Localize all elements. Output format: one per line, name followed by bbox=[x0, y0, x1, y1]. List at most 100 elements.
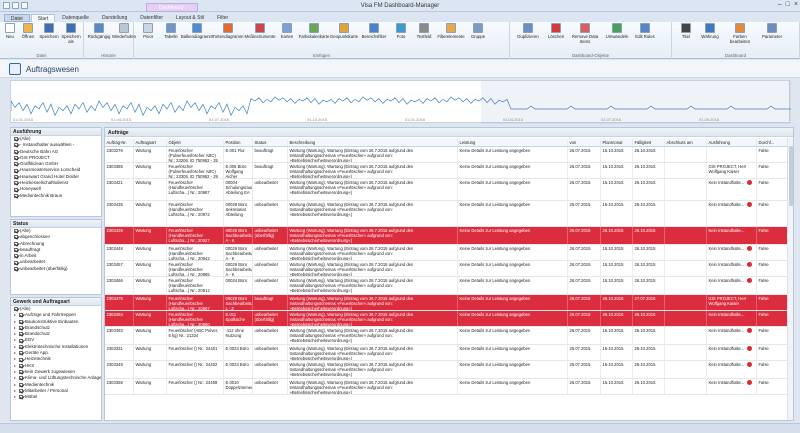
checkbox[interactable] bbox=[19, 351, 23, 356]
currency-button[interactable]: Währung bbox=[698, 23, 722, 50]
filter-button[interactable]: Filterelemente bbox=[436, 23, 466, 50]
column-header[interactable]: Objekt bbox=[167, 138, 224, 146]
checkbox[interactable] bbox=[19, 313, 23, 318]
title-button[interactable]: Titel bbox=[675, 23, 697, 50]
checkbox[interactable] bbox=[19, 370, 23, 375]
table-row[interactable]: 2303421 Wartung Feuerlöscher (Handfeuerlös… bbox=[105, 179, 793, 201]
checkbox[interactable] bbox=[14, 193, 18, 198]
checkbox[interactable] bbox=[14, 241, 18, 246]
checkbox[interactable] bbox=[19, 363, 23, 368]
checkbox[interactable] bbox=[19, 338, 23, 343]
undo-quick-icon[interactable] bbox=[12, 2, 19, 9]
checkbox[interactable] bbox=[14, 143, 18, 148]
tab-3[interactable]: Darstellung bbox=[96, 14, 133, 22]
maximize-icon[interactable]: □ bbox=[786, 1, 790, 8]
checkbox[interactable] bbox=[14, 260, 18, 265]
parameter-button[interactable]: Parameter bbox=[758, 23, 786, 50]
checkbox[interactable] bbox=[14, 168, 18, 173]
table-row[interactable]: 2303475 Wartung Feuerlöscher (Handfeuerlös… bbox=[105, 295, 793, 311]
column-header[interactable]: von bbox=[568, 138, 601, 146]
column-header[interactable]: Leistung bbox=[458, 138, 568, 146]
save-button[interactable]: Speichern bbox=[39, 23, 59, 50]
cards-button[interactable]: Karten bbox=[276, 23, 298, 50]
table-row[interactable]: 2303493 Wartung Feuerlöscher (ABC Pulver, … bbox=[105, 327, 793, 345]
rules-button[interactable]: Edit Rules bbox=[633, 23, 657, 50]
map-button[interactable]: Farbskalenkarte bbox=[299, 23, 329, 50]
date-range-selector[interactable]: 01.01.2015 01.04.2015 01.07.2015 01.10.2015… bbox=[10, 80, 791, 124]
convert-button[interactable]: Umwandeln bbox=[602, 23, 632, 50]
table-row[interactable]: 2303439 Wartung Feuerlöscher (Handfeuerlös… bbox=[105, 227, 793, 245]
checkbox[interactable] bbox=[14, 254, 18, 259]
pie-chart-button[interactable]: Tortendiagramm bbox=[212, 23, 244, 50]
table-row[interactable]: 2303435 Wartung Feuerlöscher (Handfeuerlös… bbox=[105, 201, 793, 227]
table-row[interactable]: 2303331 Wartung Feuerlöscher () Nr.: 24401… bbox=[105, 345, 793, 361]
checkbox[interactable] bbox=[19, 376, 23, 381]
gauge-button[interactable]: Meßinstrumente bbox=[244, 23, 276, 50]
range-filter-button[interactable]: Bereichsfilter bbox=[359, 23, 389, 50]
checkbox[interactable] bbox=[19, 344, 23, 349]
checkbox[interactable] bbox=[14, 235, 18, 240]
vertical-scrollbar[interactable] bbox=[787, 138, 793, 420]
checkbox[interactable] bbox=[19, 389, 23, 393]
table-row[interactable]: 2303276 Wartung Feuerlöscher (Pulverfeuerl… bbox=[105, 147, 793, 163]
range-selection[interactable] bbox=[481, 81, 791, 124]
colors-button[interactable]: Farben bearbeiten bbox=[723, 23, 757, 50]
tab-1[interactable]: Start bbox=[30, 14, 56, 22]
column-header[interactable]: Position bbox=[224, 138, 253, 146]
checkbox[interactable] bbox=[19, 319, 23, 324]
column-header[interactable]: Ausführung bbox=[707, 138, 757, 146]
table-row[interactable]: 2303457 Wartung Feuerlöscher (Handfeuerlös… bbox=[105, 261, 793, 277]
filter-item[interactable]: ▸ Möbel bbox=[11, 394, 101, 400]
column-header[interactable]: Fälligkeit bbox=[633, 138, 665, 146]
orders-grid[interactable]: Auftrag-Nr. Auftragsart Objekt Position Stat… bbox=[105, 138, 793, 395]
checkbox[interactable] bbox=[14, 307, 18, 312]
minimize-icon[interactable]: – bbox=[778, 1, 782, 8]
checkbox[interactable] bbox=[14, 156, 18, 161]
scrollbar-thumb[interactable] bbox=[789, 146, 793, 206]
column-header[interactable]: Abschluss am bbox=[665, 138, 707, 146]
tab-0[interactable]: Datei bbox=[4, 14, 30, 22]
redo-button[interactable]: Wiederholen bbox=[112, 23, 136, 50]
column-header[interactable]: Status bbox=[253, 138, 288, 146]
filter-item[interactable]: Mediontechnik Braun bbox=[11, 193, 101, 199]
pivot-button[interactable]: Pivot bbox=[137, 23, 159, 50]
checkbox[interactable] bbox=[14, 248, 18, 253]
checkbox[interactable] bbox=[14, 149, 18, 154]
checkbox[interactable] bbox=[14, 266, 18, 271]
folder-button[interactable]: Öffnen bbox=[18, 23, 38, 50]
delete-button[interactable]: Löschen bbox=[544, 23, 568, 50]
group-button[interactable]: Gruppe bbox=[467, 23, 489, 50]
table-row[interactable]: 2303358 Wartung Feuerlöscher () Nr.: 24408… bbox=[105, 379, 793, 395]
save-quick-icon[interactable] bbox=[3, 2, 10, 9]
checkbox[interactable] bbox=[14, 181, 18, 186]
column-header[interactable]: Auftrag-Nr. bbox=[105, 138, 134, 146]
expand-icon[interactable]: ▸ bbox=[14, 394, 18, 400]
table-button[interactable]: Tabelle bbox=[160, 23, 182, 50]
checkbox[interactable] bbox=[14, 187, 18, 192]
table-row[interactable]: 2303385 Wartung Feuerlöscher (Pulverfeuerl… bbox=[105, 163, 793, 179]
checkbox[interactable] bbox=[19, 382, 23, 387]
checkbox[interactable] bbox=[19, 357, 23, 362]
tab-6[interactable]: Filter bbox=[211, 14, 234, 22]
column-header[interactable]: Auftragsart bbox=[134, 138, 167, 146]
close-icon[interactable]: × bbox=[794, 1, 798, 8]
table-row[interactable]: 2303349 Wartung Feuerlöscher () Nr.: 24402… bbox=[105, 361, 793, 379]
duplicate-button[interactable]: Duplizieren bbox=[513, 23, 543, 50]
remove-items-button[interactable]: Remove Data Items bbox=[569, 23, 601, 50]
checkbox[interactable] bbox=[19, 326, 23, 331]
bar-chart-button[interactable]: Balkendiagramm bbox=[181, 23, 213, 50]
table-row[interactable]: 2303466 Wartung Feuerlöscher (Handfeuerlös… bbox=[105, 277, 793, 295]
column-header[interactable]: Durchf... bbox=[757, 138, 789, 146]
text-field-button[interactable]: Textfeld bbox=[413, 23, 435, 50]
table-row[interactable]: 2303484 Wartung Feuerlöscher (Handfeuerlös… bbox=[105, 311, 793, 327]
photo-button[interactable]: Foto bbox=[390, 23, 412, 50]
tab-4[interactable]: Datenfilter bbox=[134, 14, 169, 22]
checkbox[interactable] bbox=[14, 137, 18, 142]
column-header[interactable]: Beschreibung bbox=[288, 138, 458, 146]
tab-2[interactable]: Datenquelle bbox=[56, 14, 95, 22]
undo-button[interactable]: Rückgängig bbox=[87, 23, 111, 50]
column-header[interactable]: Planmonat bbox=[601, 138, 633, 146]
checkbox[interactable] bbox=[14, 229, 18, 234]
redo-quick-icon[interactable] bbox=[21, 2, 28, 9]
geo-point-button[interactable]: Geopunktkarte bbox=[330, 23, 358, 50]
